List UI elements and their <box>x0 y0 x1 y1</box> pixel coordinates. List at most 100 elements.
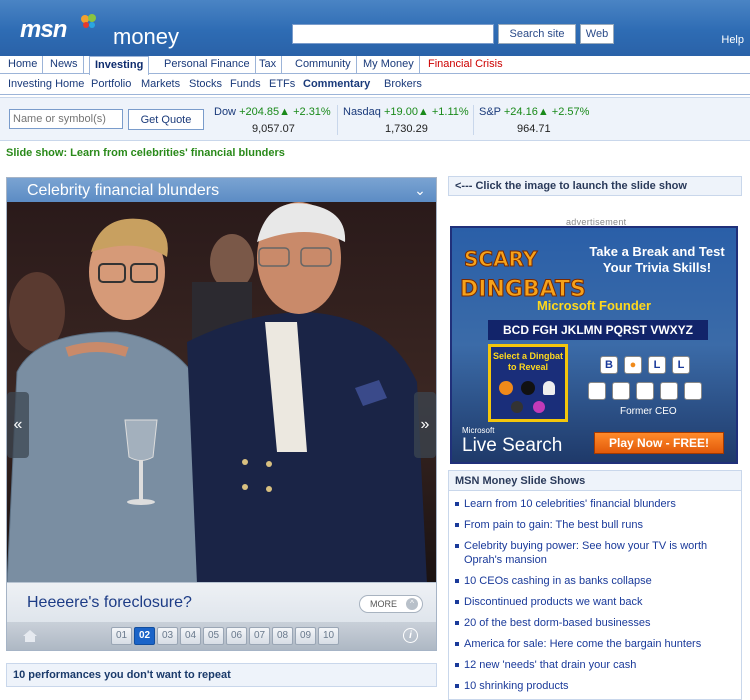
next-slide-button[interactable]: » <box>414 392 436 458</box>
page-button-01[interactable]: 01 <box>111 627 132 645</box>
help-link[interactable]: Help <box>721 34 744 46</box>
live-search-label: Live Search <box>462 435 563 456</box>
chevron-right-icon: » <box>420 416 430 433</box>
skull-icon[interactable] <box>533 401 545 413</box>
list-item[interactable]: 10 shrinking products <box>455 679 739 693</box>
index-name: Nasdaq <box>343 106 381 118</box>
index-nasdaq[interactable]: Nasdaq +19.00▲ +1.11% 1,730.29 <box>343 106 471 135</box>
subnav-brokers[interactable]: Brokers <box>384 78 422 90</box>
subnav-investing-home[interactable]: Investing Home <box>8 78 84 90</box>
subnav-commentary[interactable]: Commentary <box>303 78 370 90</box>
tab-tax[interactable]: Tax <box>254 56 283 74</box>
related-article-link[interactable]: 10 performances you don't want to repeat <box>13 669 231 681</box>
bat-icon[interactable] <box>521 381 535 395</box>
chevron-left-icon: « <box>13 416 23 433</box>
tab-my-money[interactable]: My Money <box>358 56 420 74</box>
search-web-button[interactable]: Web <box>580 24 614 44</box>
answer-tile: B <box>600 356 618 374</box>
answer-tile: ● <box>624 356 642 374</box>
page-button-08[interactable]: 08 <box>272 627 293 645</box>
tab-news[interactable]: News <box>45 56 84 74</box>
play-now-button[interactable]: Play Now - FREE! <box>594 432 724 454</box>
list-item[interactable]: Learn from 10 celebrities' financial blu… <box>455 497 739 511</box>
slideshow-headline-link[interactable]: Slide show: Learn from celebrities' fina… <box>6 147 285 159</box>
ad-question: Microsoft Founder <box>536 298 652 313</box>
tab-personal-finance[interactable]: Personal Finance <box>159 56 256 74</box>
celebrity-photo-image <box>7 202 436 584</box>
more-button[interactable]: MORE ^ <box>359 595 423 613</box>
answer-tile <box>612 382 630 400</box>
page-button-03[interactable]: 03 <box>157 627 178 645</box>
list-item[interactable]: 12 new 'needs' that drain your cash <box>455 658 739 672</box>
subnav-etfs[interactable]: ETFs <box>269 78 295 90</box>
page-button-10[interactable]: 10 <box>318 627 339 645</box>
money-wordmark: money <box>113 24 180 49</box>
subnav-markets[interactable]: Markets <box>141 78 180 90</box>
page-button-06[interactable]: 06 <box>226 627 247 645</box>
dingbat-picker[interactable]: Select a Dingbat to Reveal <box>488 344 568 422</box>
subnav-funds[interactable]: Funds <box>230 78 261 90</box>
secondary-nav: Investing Home Portfolio Markets Stocks … <box>0 75 750 95</box>
list-item[interactable]: From pain to gain: The best bull runs <box>455 518 739 532</box>
slide-shows-heading: MSN Money Slide Shows <box>455 475 586 487</box>
related-article-bar[interactable]: 10 performances you don't want to repeat <box>6 663 437 687</box>
page-button-04[interactable]: 04 <box>180 627 201 645</box>
advertisement-banner[interactable]: SCARY DINGBATS Take a Break and Test You… <box>450 226 738 464</box>
subnav-stocks[interactable]: Stocks <box>189 78 222 90</box>
spider-icon[interactable] <box>511 401 523 413</box>
answer-tile <box>684 382 702 400</box>
pumpkin-icon[interactable] <box>499 381 513 395</box>
list-item[interactable]: 10 CEOs cashing in as banks collapse <box>455 574 739 588</box>
list-item[interactable]: Discontinued products we want back <box>455 595 739 609</box>
msn-logo[interactable]: msn <box>20 16 67 44</box>
ad-letter-row: BCD FGH JKLMN PQRST VWXYZ <box>488 320 708 340</box>
slideshow-photo[interactable]: « » <box>7 202 436 584</box>
page-button-02[interactable]: 02 <box>134 627 155 645</box>
live-search-logo: Microsoft Live Search <box>462 426 562 457</box>
msn-butterfly-icon <box>81 14 96 28</box>
index-value: 9,057.07 <box>252 123 295 135</box>
symbol-input[interactable] <box>9 109 123 129</box>
answer-tile: L <box>672 356 690 374</box>
index-change: +204.85▲ +2.31% <box>239 106 331 118</box>
ghost-icon[interactable] <box>543 381 555 395</box>
divider <box>337 105 338 135</box>
tab-investing[interactable]: Investing <box>89 56 150 75</box>
get-quote-button[interactable]: Get Quote <box>128 109 204 130</box>
quote-bar: Get Quote Dow +204.85▲ +2.31% 9,057.07 N… <box>0 97 750 141</box>
collapse-chevron-icon[interactable]: ⌄ <box>410 180 430 200</box>
previous-slide-button[interactable]: « <box>7 392 29 458</box>
page-button-07[interactable]: 07 <box>249 627 270 645</box>
list-item[interactable]: 20 of the best dorm-based businesses <box>455 616 739 630</box>
info-icon[interactable]: i <box>403 628 418 643</box>
ad-tagline: Take a Break and Test Your Trivia Skills… <box>589 244 725 275</box>
slide-shows-header: MSN Money Slide Shows <box>449 471 741 491</box>
tab-financial-crisis[interactable]: Financial Crisis <box>423 56 508 74</box>
index-name: Dow <box>214 106 237 118</box>
search-site-button[interactable]: Search site <box>498 24 576 44</box>
index-dow[interactable]: Dow +204.85▲ +2.31% 9,057.07 <box>214 106 334 135</box>
tab-community[interactable]: Community <box>290 56 357 74</box>
site-header: msn money Search site Web Help <box>0 0 750 56</box>
index-value: 964.71 <box>517 123 551 135</box>
home-icon[interactable] <box>22 629 38 643</box>
answer-tile <box>636 382 654 400</box>
list-item[interactable]: Celebrity buying power: See how your TV … <box>455 539 739 567</box>
index-sp[interactable]: S&P +24.16▲ +2.57% 964.71 <box>479 106 599 135</box>
tab-home[interactable]: Home <box>3 56 44 74</box>
ad-hint: Former CEO <box>620 406 677 417</box>
slideshow-widget: Celebrity financial blunders ⌄ « » Heeee… <box>6 177 437 651</box>
page-button-05[interactable]: 05 <box>203 627 224 645</box>
slide-shows-list: Learn from 10 celebrities' financial blu… <box>455 497 739 700</box>
subnav-portfolio[interactable]: Portfolio <box>91 78 131 90</box>
launch-hint: <--- Click the image to launch the slide… <box>448 176 742 196</box>
list-item[interactable]: America for sale: Here come the bargain … <box>455 637 739 651</box>
search-input[interactable] <box>292 24 494 44</box>
svg-text:SCARY: SCARY <box>464 247 538 271</box>
page-button-09[interactable]: 09 <box>295 627 316 645</box>
chevron-up-icon: ^ <box>406 598 418 610</box>
microsoft-label: Microsoft <box>462 426 495 435</box>
slideshow-title-bar: Celebrity financial blunders ⌄ <box>7 178 436 202</box>
dingbat-picker-label: Select a Dingbat to Reveal <box>492 351 564 372</box>
primary-nav: Home News Investing Personal Finance Tax… <box>0 56 750 75</box>
